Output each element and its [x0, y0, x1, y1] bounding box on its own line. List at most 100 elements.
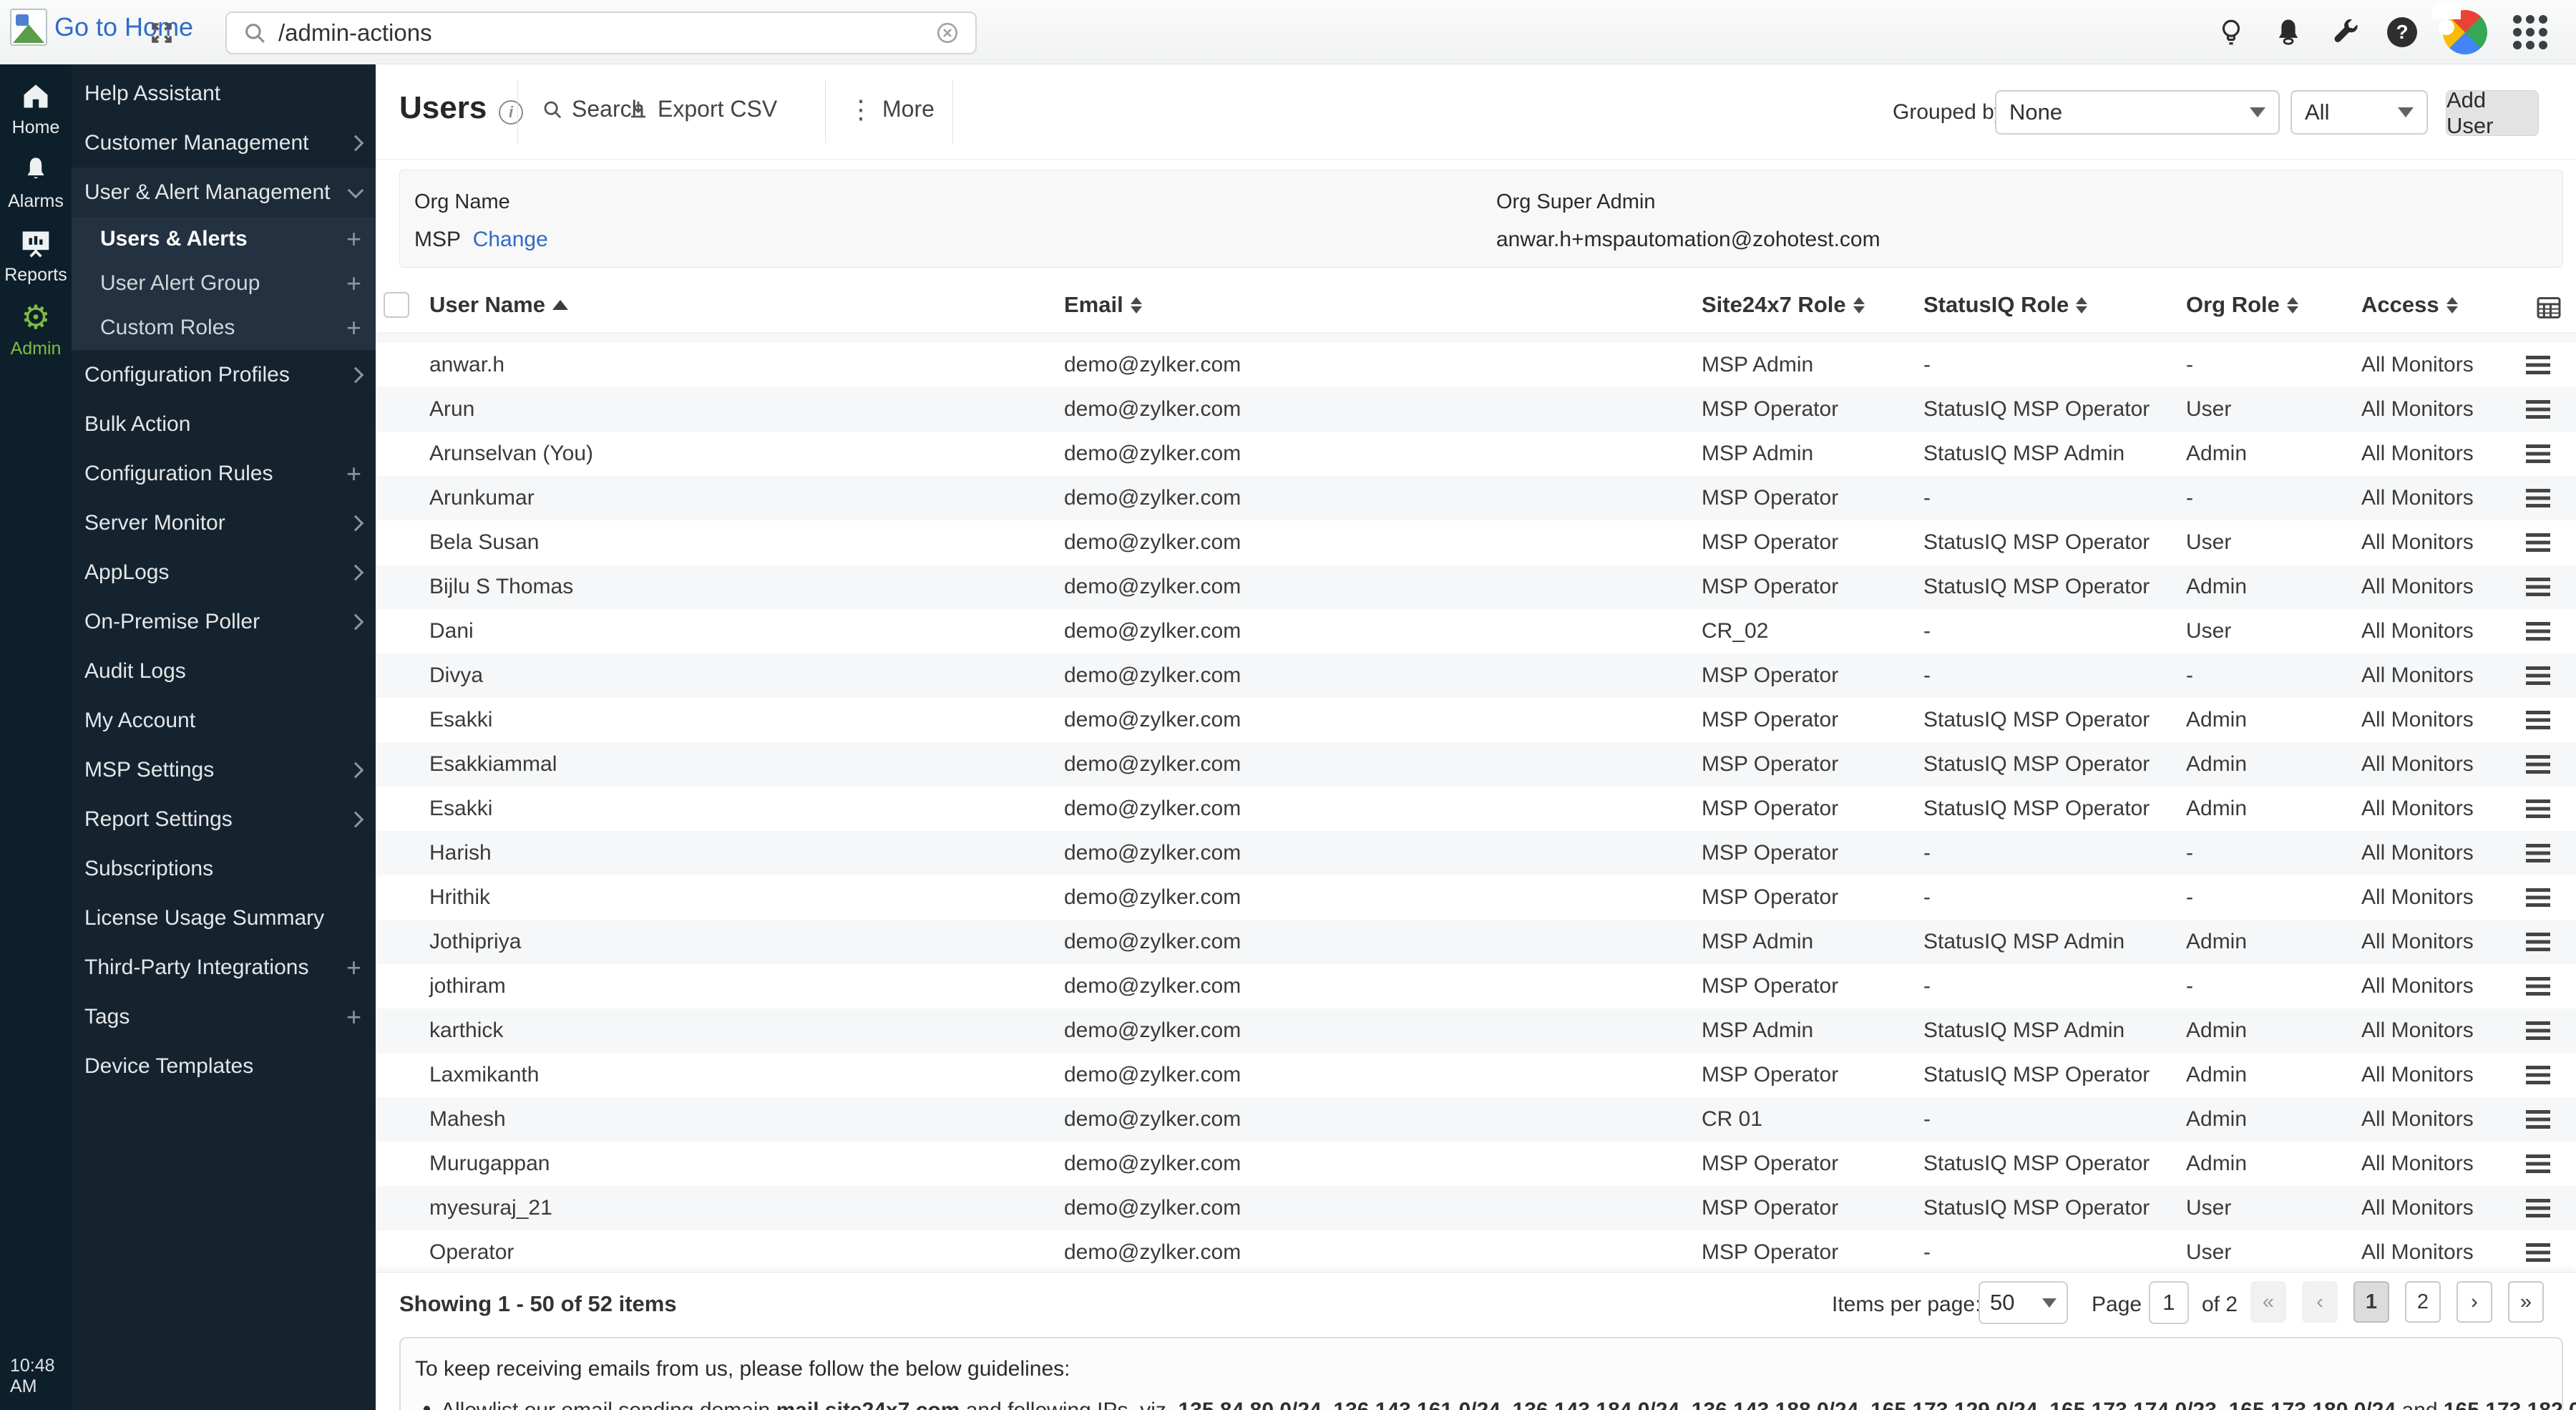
tools-icon[interactable] [2330, 16, 2361, 48]
table-row[interactable]: Bela Susan demo@zylker.com MSP Operator … [376, 520, 2576, 565]
table-row[interactable]: Operator demo@zylker.com MSP Operator - … [376, 1230, 2576, 1272]
page-button-next[interactable]: › [2457, 1281, 2492, 1323]
sidebar-item-server-monitor[interactable]: Server Monitor [72, 498, 376, 548]
sidebar-item-user-alert-group[interactable]: User Alert Group + [72, 261, 376, 306]
row-actions-icon[interactable] [2526, 799, 2550, 818]
lightbulb-icon[interactable] [2215, 16, 2247, 48]
column-site24x7-role[interactable]: Site24x7 Role [1702, 292, 1865, 318]
items-per-page-select[interactable]: 50 [1979, 1281, 2068, 1324]
sidebar-item-my-account[interactable]: My Account [72, 696, 376, 745]
sidebar-item-customer-management[interactable]: Customer Management [72, 118, 376, 167]
table-row[interactable]: Esakki demo@zylker.com MSP Operator Stat… [376, 698, 2576, 742]
table-row[interactable]: Arun demo@zylker.com MSP Operator Status… [376, 387, 2576, 432]
sidebar-item-custom-roles[interactable]: Custom Roles + [72, 306, 376, 350]
rail-item-alarms[interactable]: Alarms [0, 138, 72, 212]
more-button[interactable]: ⋮ More [848, 96, 935, 122]
table-row[interactable]: Mahesh demo@zylker.com CR 01 - Admin All… [376, 1097, 2576, 1142]
rail-item-admin[interactable]: ⚙ Admin [0, 286, 72, 359]
sidebar-item-configuration-profiles[interactable]: Configuration Profiles [72, 350, 376, 399]
row-actions-icon[interactable] [2526, 444, 2550, 463]
sidebar-item-bulk-action[interactable]: Bulk Action [72, 399, 376, 449]
sidebar-item-audit-logs[interactable]: Audit Logs [72, 646, 376, 696]
table-row[interactable]: Murugappan demo@zylker.com MSP Operator … [376, 1142, 2576, 1186]
sidebar-item-configuration-rules[interactable]: Configuration Rules + [72, 449, 376, 498]
row-actions-icon[interactable] [2526, 400, 2550, 419]
row-actions-icon[interactable] [2526, 1110, 2550, 1129]
table-row[interactable]: Dani demo@zylker.com CR_02 - User All Mo… [376, 609, 2576, 653]
apps-grid-icon[interactable] [2513, 15, 2547, 49]
org-change-link[interactable]: Change [473, 228, 548, 251]
sidebar-item-applogs[interactable]: AppLogs [72, 548, 376, 597]
help-icon[interactable]: ? [2387, 17, 2417, 47]
notification-bell-icon[interactable] [2273, 16, 2304, 48]
sidebar-item-on-premise-poller[interactable]: On-Premise Poller [72, 597, 376, 646]
column-access[interactable]: Access [2361, 292, 2458, 318]
org-super-admin-email[interactable]: anwar.h+mspautomation@zohotest.com [1496, 228, 1880, 252]
page-button-1[interactable]: 1 [2353, 1281, 2389, 1323]
row-actions-icon[interactable] [2526, 1199, 2550, 1217]
table-row[interactable]: Arunselvan (You) demo@zylker.com MSP Adm… [376, 432, 2576, 476]
page-button-last[interactable]: » [2508, 1281, 2544, 1323]
plus-icon[interactable]: + [346, 226, 361, 252]
table-row[interactable]: Arunkumar demo@zylker.com MSP Operator -… [376, 476, 2576, 520]
global-search-input[interactable]: /admin-actions [225, 11, 977, 54]
sidebar-item-subscriptions[interactable]: Subscriptions [72, 844, 376, 893]
table-row[interactable]: anwar.h demo@zylker.com MSP Admin - - Al… [376, 343, 2576, 387]
select-all-checkbox[interactable] [384, 292, 409, 318]
clear-search-icon[interactable] [935, 21, 960, 45]
fullscreen-expand-icon[interactable] [149, 20, 175, 46]
column-user-name[interactable]: User Name [429, 292, 568, 318]
table-row[interactable]: karthick demo@zylker.com MSP Admin Statu… [376, 1008, 2576, 1053]
row-actions-icon[interactable] [2526, 1243, 2550, 1262]
table-row[interactable]: jothiram demo@zylker.com MSP Operator - … [376, 964, 2576, 1008]
sidebar-item-third-party-integrations[interactable]: Third-Party Integrations + [72, 943, 376, 992]
table-row[interactable]: Esakkiammal demo@zylker.com MSP Operator… [376, 742, 2576, 787]
column-settings-icon[interactable] [2534, 293, 2563, 322]
table-row[interactable]: Esakki demo@zylker.com MSP Operator Stat… [376, 787, 2576, 831]
export-csv-button[interactable]: Export CSV [628, 96, 777, 122]
row-actions-icon[interactable] [2526, 356, 2550, 374]
sidebar-item-users-alerts[interactable]: Users & Alerts + [72, 217, 376, 261]
row-actions-icon[interactable] [2526, 888, 2550, 907]
table-row[interactable]: Harish demo@zylker.com MSP Operator - - … [376, 831, 2576, 875]
column-org-role[interactable]: Org Role [2186, 292, 2298, 318]
grouped-by-select[interactable]: None [1995, 90, 2280, 135]
table-row[interactable]: Divya demo@zylker.com MSP Operator - - A… [376, 653, 2576, 698]
row-actions-icon[interactable] [2526, 578, 2550, 596]
row-actions-icon[interactable] [2526, 489, 2550, 507]
page-number-input[interactable]: 1 [2149, 1281, 2189, 1324]
rail-item-home[interactable]: Home [0, 64, 72, 138]
plus-icon[interactable]: + [346, 461, 361, 487]
row-actions-icon[interactable] [2526, 933, 2550, 951]
row-actions-icon[interactable] [2526, 755, 2550, 774]
sidebar-item-user-alert-management[interactable]: User & Alert Management [72, 167, 376, 217]
row-actions-icon[interactable] [2526, 1154, 2550, 1173]
plus-icon[interactable]: + [346, 315, 361, 341]
row-actions-icon[interactable] [2526, 711, 2550, 729]
user-filter-select[interactable]: All [2290, 90, 2428, 135]
table-row[interactable]: Laxmikanth demo@zylker.com MSP Operator … [376, 1053, 2576, 1097]
page-button-2[interactable]: 2 [2405, 1281, 2441, 1323]
column-email[interactable]: Email [1064, 292, 1142, 318]
info-icon[interactable]: i [499, 100, 523, 125]
sidebar-item-help-assistant[interactable]: Help Assistant [72, 69, 376, 118]
sidebar-item-license-usage-summary[interactable]: License Usage Summary [72, 893, 376, 943]
sidebar-item-report-settings[interactable]: Report Settings [72, 794, 376, 844]
sidebar-item-tags[interactable]: Tags + [72, 992, 376, 1041]
row-actions-icon[interactable] [2526, 977, 2550, 996]
plus-icon[interactable]: + [346, 271, 361, 296]
row-actions-icon[interactable] [2526, 1066, 2550, 1084]
table-row[interactable]: myesuraj_21 demo@zylker.com MSP Operator… [376, 1186, 2576, 1230]
table-row[interactable]: Jothipriya demo@zylker.com MSP Admin Sta… [376, 920, 2576, 964]
avatar[interactable] [2443, 10, 2487, 54]
rail-item-reports[interactable]: Reports [0, 212, 72, 286]
row-actions-icon[interactable] [2526, 666, 2550, 685]
row-actions-icon[interactable] [2526, 622, 2550, 641]
row-actions-icon[interactable] [2526, 533, 2550, 552]
row-actions-icon[interactable] [2526, 844, 2550, 862]
column-statusiq-role[interactable]: StatusIQ Role [1923, 292, 2087, 318]
table-row[interactable]: Hrithik demo@zylker.com MSP Operator - -… [376, 875, 2576, 920]
sidebar-item-device-templates[interactable]: Device Templates [72, 1041, 376, 1091]
sidebar-item-msp-settings[interactable]: MSP Settings [72, 745, 376, 794]
table-row[interactable]: Bijlu S Thomas demo@zylker.com MSP Opera… [376, 565, 2576, 609]
